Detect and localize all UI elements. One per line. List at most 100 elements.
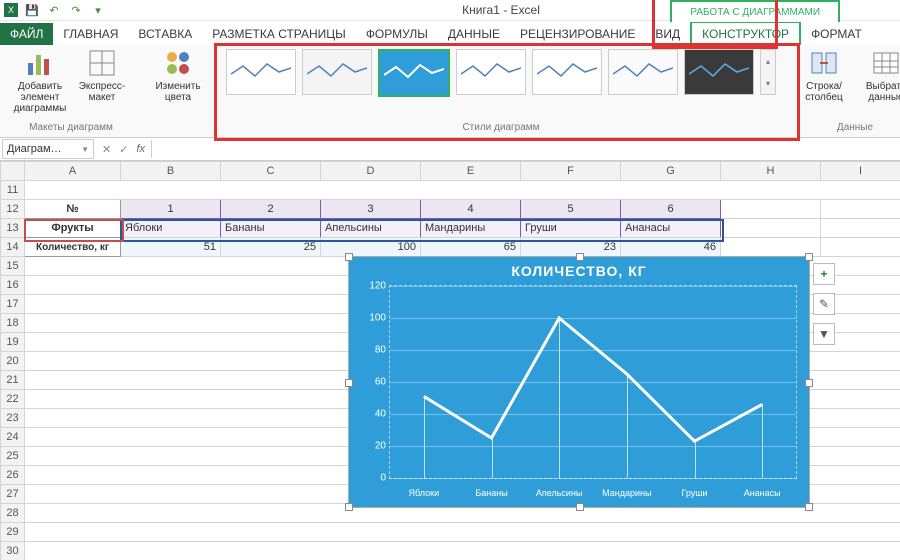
cell[interactable] bbox=[821, 238, 900, 257]
worksheet-grid[interactable]: A B C D E F G H I 11 12 № 1 2 3 4 5 6 13… bbox=[0, 161, 900, 560]
change-colors-button[interactable]: Изменить цвета bbox=[148, 47, 208, 103]
row-header[interactable]: 28 bbox=[1, 504, 25, 523]
row-header[interactable]: 30 bbox=[1, 542, 25, 560]
row-header[interactable]: 19 bbox=[1, 333, 25, 352]
cell[interactable]: 3 bbox=[321, 200, 421, 219]
chart-style-7[interactable] bbox=[684, 49, 754, 95]
cell[interactable]: 23 bbox=[521, 238, 621, 257]
fx-icon[interactable]: fx bbox=[136, 143, 145, 155]
chart-style-2[interactable] bbox=[302, 49, 372, 95]
cell[interactable]: 100 bbox=[321, 238, 421, 257]
cell[interactable]: Количество, кг bbox=[25, 238, 121, 257]
col-header[interactable]: H bbox=[721, 162, 821, 181]
cell[interactable]: Мандарины bbox=[421, 219, 521, 238]
tab-formulas[interactable]: ФОРМУЛЫ bbox=[356, 23, 438, 45]
chart-elements-button[interactable]: + bbox=[813, 263, 835, 285]
cell[interactable]: № bbox=[25, 200, 121, 219]
cell[interactable]: 46 bbox=[621, 238, 721, 257]
cell[interactable] bbox=[25, 181, 900, 200]
cancel-icon[interactable]: ✕ bbox=[102, 143, 111, 156]
resize-handle[interactable] bbox=[345, 503, 353, 511]
cell[interactable]: 2 bbox=[221, 200, 321, 219]
chart-plot-area[interactable]: 020406080100120ЯблокиБананыАпельсиныМанд… bbox=[389, 285, 797, 479]
chart-style-6[interactable] bbox=[608, 49, 678, 95]
row-header[interactable]: 23 bbox=[1, 409, 25, 428]
select-data-button[interactable]: Выбрать данные bbox=[856, 47, 900, 103]
cell[interactable] bbox=[821, 219, 900, 238]
cell[interactable]: 51 bbox=[121, 238, 221, 257]
row-header[interactable]: 11 bbox=[1, 181, 25, 200]
switch-row-column-button[interactable]: Строка/столбец bbox=[794, 47, 854, 103]
tab-insert[interactable]: ВСТАВКА bbox=[128, 23, 202, 45]
tab-file[interactable]: ФАЙЛ bbox=[0, 23, 53, 45]
col-header[interactable]: E bbox=[421, 162, 521, 181]
cell[interactable]: Груши bbox=[521, 219, 621, 238]
resize-handle[interactable] bbox=[805, 379, 813, 387]
row-header[interactable]: 18 bbox=[1, 314, 25, 333]
row-header[interactable]: 21 bbox=[1, 371, 25, 390]
cell[interactable]: 1 bbox=[121, 200, 221, 219]
cell[interactable]: 5 bbox=[521, 200, 621, 219]
cell[interactable]: Фрукты bbox=[25, 219, 121, 238]
row-header[interactable]: 25 bbox=[1, 447, 25, 466]
cell[interactable]: 4 bbox=[421, 200, 521, 219]
cell[interactable]: 6 bbox=[621, 200, 721, 219]
tab-review[interactable]: РЕЦЕНЗИРОВАНИЕ bbox=[510, 23, 645, 45]
resize-handle[interactable] bbox=[576, 503, 584, 511]
col-header[interactable]: F bbox=[521, 162, 621, 181]
row-header[interactable]: 29 bbox=[1, 523, 25, 542]
name-box[interactable]: Диаграм…▼ bbox=[2, 139, 94, 159]
embedded-chart[interactable]: КОЛИЧЕСТВО, КГ 020406080100120ЯблокиБана… bbox=[348, 256, 810, 508]
chart-title[interactable]: КОЛИЧЕСТВО, КГ bbox=[349, 257, 809, 285]
enter-icon[interactable]: ✓ bbox=[119, 143, 128, 156]
cell[interactable]: 65 bbox=[421, 238, 521, 257]
cell[interactable] bbox=[721, 200, 821, 219]
resize-handle[interactable] bbox=[345, 379, 353, 387]
tab-view[interactable]: ВИД bbox=[645, 23, 690, 45]
save-icon[interactable]: 💾 bbox=[24, 2, 40, 18]
col-header[interactable]: B bbox=[121, 162, 221, 181]
cell[interactable] bbox=[25, 523, 900, 542]
resize-handle[interactable] bbox=[576, 253, 584, 261]
row-header[interactable]: 24 bbox=[1, 428, 25, 447]
cell[interactable]: Ананасы bbox=[621, 219, 721, 238]
col-header[interactable]: I bbox=[821, 162, 900, 181]
undo-icon[interactable]: ↶ bbox=[46, 2, 62, 18]
tab-data[interactable]: ДАННЫЕ bbox=[438, 23, 510, 45]
cell[interactable]: Апельсины bbox=[321, 219, 421, 238]
row-header[interactable]: 17 bbox=[1, 295, 25, 314]
chart-style-4[interactable] bbox=[456, 49, 526, 95]
chart-style-5[interactable] bbox=[532, 49, 602, 95]
tab-design[interactable]: КОНСТРУКТОР bbox=[690, 21, 801, 45]
col-header[interactable]: G bbox=[621, 162, 721, 181]
row-header[interactable]: 14 bbox=[1, 238, 25, 257]
tab-page-layout[interactable]: РАЗМЕТКА СТРАНИЦЫ bbox=[202, 23, 356, 45]
row-header[interactable]: 26 bbox=[1, 466, 25, 485]
col-header[interactable]: C bbox=[221, 162, 321, 181]
chart-styles-more-button[interactable]: ▴▾ bbox=[760, 49, 776, 95]
quick-layout-button[interactable]: Экспресс-макет bbox=[72, 47, 132, 114]
resize-handle[interactable] bbox=[805, 503, 813, 511]
select-all-corner[interactable] bbox=[1, 162, 25, 181]
row-header[interactable]: 15 bbox=[1, 257, 25, 276]
cell[interactable] bbox=[25, 542, 900, 560]
add-chart-element-button[interactable]: Добавить элемент диаграммы bbox=[10, 47, 70, 114]
chart-filters-button[interactable]: ▼ bbox=[813, 323, 835, 345]
qat-dropdown-icon[interactable]: ▾ bbox=[90, 2, 106, 18]
row-header[interactable]: 20 bbox=[1, 352, 25, 371]
cell[interactable]: Бананы bbox=[221, 219, 321, 238]
col-header[interactable]: A bbox=[25, 162, 121, 181]
chart-styles-button[interactable]: ✎ bbox=[813, 293, 835, 315]
row-header[interactable]: 12 bbox=[1, 200, 25, 219]
formula-input[interactable] bbox=[151, 140, 900, 158]
excel-icon[interactable]: X bbox=[4, 3, 18, 17]
resize-handle[interactable] bbox=[805, 253, 813, 261]
tab-format[interactable]: ФОРМАТ bbox=[801, 23, 872, 45]
row-header[interactable]: 16 bbox=[1, 276, 25, 295]
cell[interactable]: Яблоки bbox=[121, 219, 221, 238]
col-header[interactable]: D bbox=[321, 162, 421, 181]
cell[interactable]: 25 bbox=[221, 238, 321, 257]
row-header[interactable]: 22 bbox=[1, 390, 25, 409]
cell[interactable] bbox=[821, 200, 900, 219]
cell[interactable] bbox=[721, 219, 821, 238]
